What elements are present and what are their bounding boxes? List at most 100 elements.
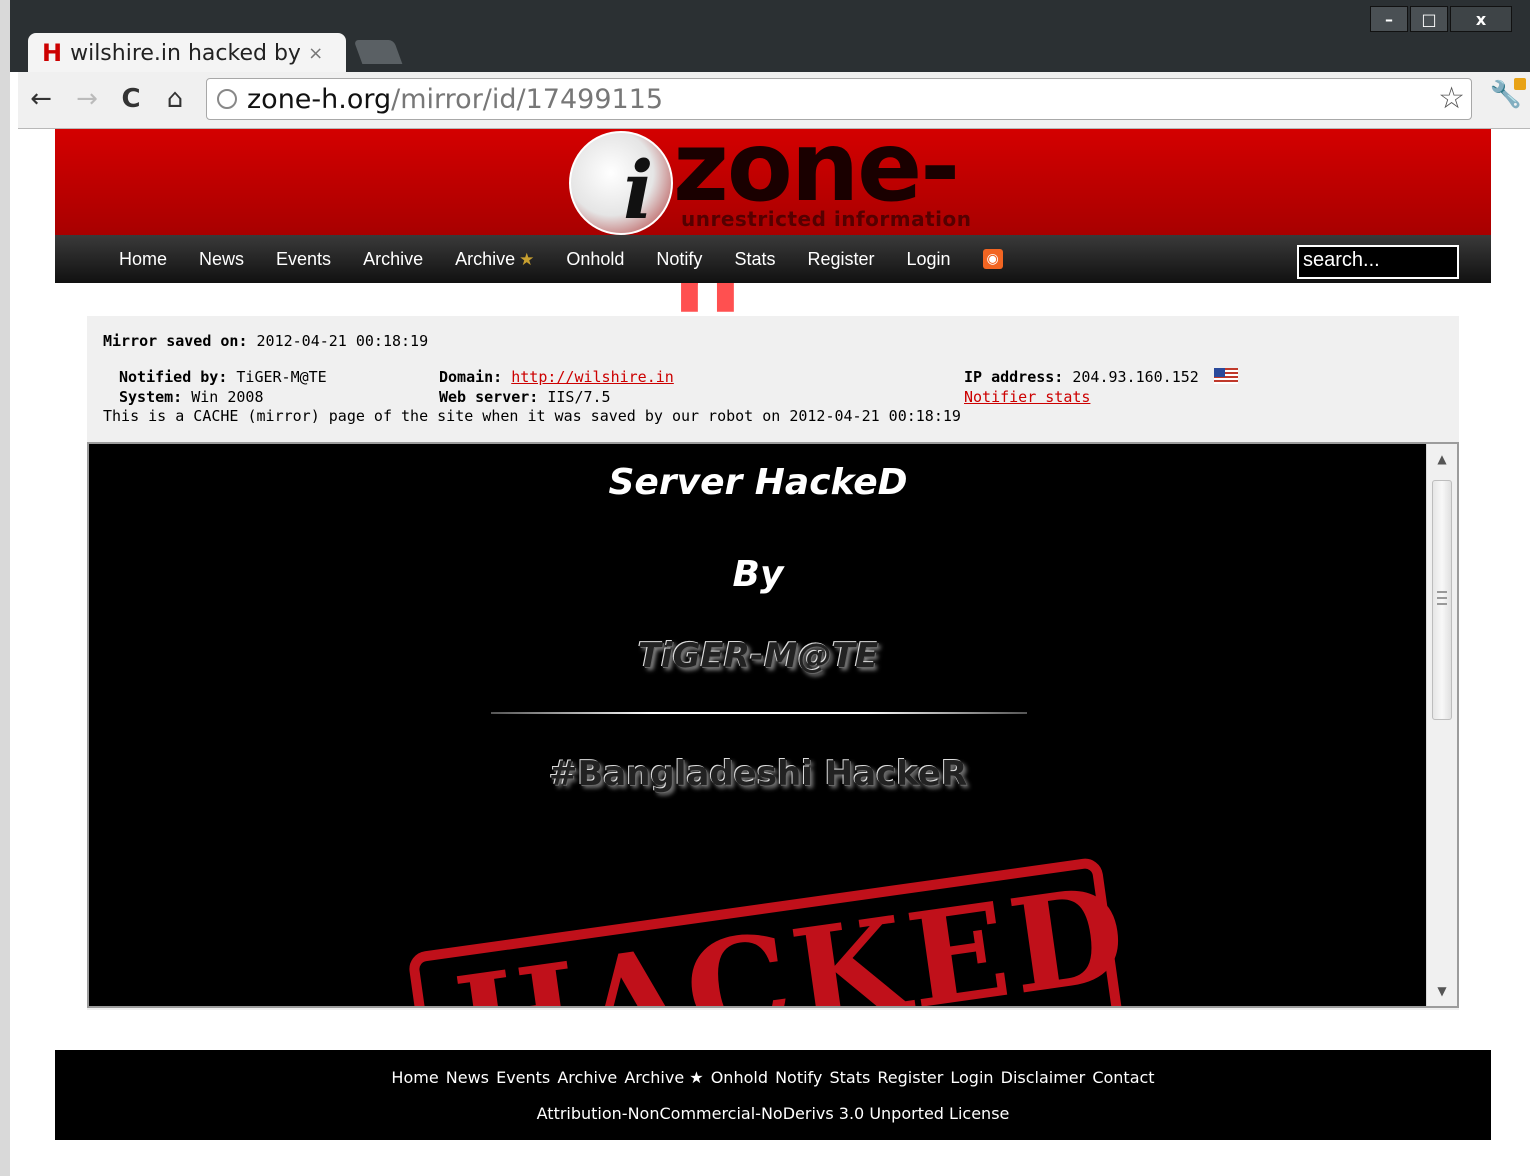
ip-value: 204.93.160.152 — [1072, 368, 1199, 386]
mirror-scrollbar[interactable]: ▲ ▼ — [1426, 444, 1457, 1006]
page-info-icon[interactable] — [217, 89, 237, 109]
notified-by-row: Notified by: TiGER-M@TE — [119, 368, 327, 386]
mirror-saved-row: Mirror saved on: 2012-04-21 00:18:19 — [103, 332, 428, 350]
hacked-stamp-image: HACKED — [407, 856, 1138, 1006]
footer-license[interactable]: Attribution-NonCommercial-NoDerivs 3.0 U… — [55, 1104, 1491, 1123]
zone-h-favicon-icon: H — [42, 39, 63, 67]
maximize-button[interactable]: □ — [1410, 6, 1448, 32]
zone-h-logo[interactable]: i zone-h unrestricted information — [569, 111, 989, 335]
hacked-stamp-text: HACKED — [446, 856, 1138, 1006]
domain-label: Domain: — [439, 368, 503, 386]
mirror-saved-value: 2012-04-21 00:18:19 — [256, 332, 429, 350]
footer-link[interactable]: Onhold — [711, 1068, 768, 1087]
domain-row: Domain: http://wilshire.in — [439, 368, 674, 386]
mirror-saved-label: Mirror saved on: — [103, 332, 248, 350]
nav-item-label: Register — [807, 248, 875, 269]
defacement-line-3: TiGER-M@TE — [637, 636, 879, 676]
browser-tab[interactable]: H wilshire.in hacked by T × — [28, 33, 346, 73]
footer-link[interactable]: Archive — [557, 1068, 617, 1087]
notified-by-label: Notified by: — [119, 368, 228, 386]
nav-item-register[interactable]: Register — [807, 249, 874, 270]
nav-item-onhold[interactable]: Onhold — [566, 249, 624, 270]
footer-link[interactable]: Register — [877, 1068, 943, 1087]
defacement-line-1: Server HackeD — [608, 462, 908, 503]
window-controls: – □ x — [1368, 6, 1512, 32]
nav-item-news[interactable]: News — [199, 249, 244, 270]
bookmark-star-icon[interactable]: ☆ — [1438, 81, 1465, 116]
forward-arrow-icon[interactable]: → — [70, 82, 104, 116]
close-window-button[interactable]: x — [1450, 6, 1512, 32]
footer-link[interactable]: Home — [391, 1068, 438, 1087]
browser-titlebar: H wilshire.in hacked by T × – □ x — [10, 0, 1530, 73]
back-arrow-icon[interactable]: ← — [24, 82, 58, 116]
update-badge-icon — [1514, 78, 1526, 90]
system-row: System: Win 2008 — [119, 388, 264, 406]
nav-item-label: Notify — [656, 248, 703, 269]
webserver-label: Web server: — [439, 388, 539, 406]
nav-item-archive-starred[interactable]: Archive ★ — [455, 249, 534, 270]
nav-item-label: Home — [119, 248, 168, 269]
minimize-button[interactable]: – — [1370, 6, 1408, 32]
defacement-line-4: #Bangladeshi HackeR — [548, 754, 968, 794]
globe-logo-icon — [569, 131, 673, 235]
webserver-value: IIS/7.5 — [547, 388, 611, 406]
defacement-line-2: By — [732, 554, 784, 595]
footer-link[interactable]: Events — [496, 1068, 550, 1087]
nav-item-label: Login — [906, 248, 951, 269]
page-viewport: i zone-h unrestricted information Home Ne… — [18, 111, 1530, 1176]
home-icon[interactable]: ⌂ — [158, 82, 192, 116]
cache-note: This is a CACHE (mirror) page of the sit… — [103, 407, 961, 425]
footer-links: Home News Events Archive Archive ★ Onhol… — [55, 1068, 1491, 1087]
scroll-down-arrow-icon[interactable]: ▼ — [1427, 980, 1457, 1002]
tab-title: wilshire.in hacked by T — [70, 40, 301, 66]
reload-icon[interactable]: C — [114, 82, 148, 116]
domain-link[interactable]: http://wilshire.in — [511, 368, 674, 386]
main-nav: Home News Events Archive Archive ★ Onhold Notif… — [55, 235, 1491, 283]
zone-h-site: i zone-h unrestricted information Home Ne… — [55, 111, 1491, 1176]
nav-item-stats[interactable]: Stats — [734, 249, 775, 270]
nav-item-label: Archive — [455, 248, 516, 269]
scrollbar-thumb[interactable] — [1432, 480, 1452, 720]
url-host: zone-h.org — [247, 83, 392, 115]
main-nav-items: Home News Events Archive Archive ★ Onhold Notif… — [119, 249, 983, 270]
footer-link[interactable]: Archive ★ — [624, 1068, 703, 1087]
ip-row: IP address: 204.93.160.152 — [964, 368, 1238, 386]
ip-label: IP address: — [964, 368, 1064, 386]
notifier-stats-link[interactable]: Notifier stats — [964, 388, 1090, 406]
us-flag-icon — [1213, 368, 1238, 384]
nav-item-label: Archive — [363, 248, 424, 269]
search-input[interactable]: search... — [1297, 245, 1459, 279]
system-value: Win 2008 — [191, 388, 264, 406]
logo-tagline: unrestricted information — [681, 207, 972, 231]
new-tab-button[interactable] — [353, 40, 403, 64]
logo-i: i — [623, 143, 654, 237]
footer-link[interactable]: Contact — [1092, 1068, 1154, 1087]
notifier-stats-row: Notifier stats — [964, 388, 1090, 406]
mirror-info-panel: Mirror saved on: 2012-04-21 00:18:19 Not… — [87, 316, 1459, 1010]
footer-link[interactable]: Stats — [829, 1068, 870, 1087]
rss-icon[interactable]: ◉ — [982, 249, 1003, 269]
nav-item-label: News — [199, 248, 245, 269]
footer-link[interactable]: Disclaimer — [1001, 1068, 1086, 1087]
nav-item-home[interactable]: Home — [119, 249, 167, 270]
mirror-iframe[interactable]: Server HackeD By TiGER-M@TE #Bangladeshi… — [87, 442, 1459, 1008]
site-footer: Home News Events Archive Archive ★ Onhol… — [55, 1050, 1491, 1140]
url-path: /mirror/id/17499115 — [391, 83, 664, 115]
star-icon: ★ — [519, 249, 535, 269]
nav-item-events[interactable]: Events — [276, 249, 331, 270]
footer-link[interactable]: Notify — [775, 1068, 822, 1087]
tab-close-icon[interactable]: × — [308, 43, 323, 64]
browser-window: H wilshire.in hacked by T × – □ x ← → C … — [0, 0, 1530, 1176]
notified-by-value: TiGER-M@TE — [236, 368, 327, 386]
nav-item-label: Onhold — [566, 248, 625, 269]
footer-link[interactable]: Login — [950, 1068, 993, 1087]
footer-link[interactable]: News — [446, 1068, 489, 1087]
webserver-row: Web server: IIS/7.5 — [439, 388, 611, 406]
scroll-up-arrow-icon[interactable]: ▲ — [1427, 448, 1457, 470]
nav-item-archive[interactable]: Archive — [363, 249, 423, 270]
scrollbar-grip-icon — [1437, 591, 1447, 605]
defacement-page: Server HackeD By TiGER-M@TE #Bangladeshi… — [89, 444, 1427, 1006]
nav-item-login[interactable]: Login — [907, 249, 951, 270]
nav-item-notify[interactable]: Notify — [656, 249, 702, 270]
system-label: System: — [119, 388, 183, 406]
